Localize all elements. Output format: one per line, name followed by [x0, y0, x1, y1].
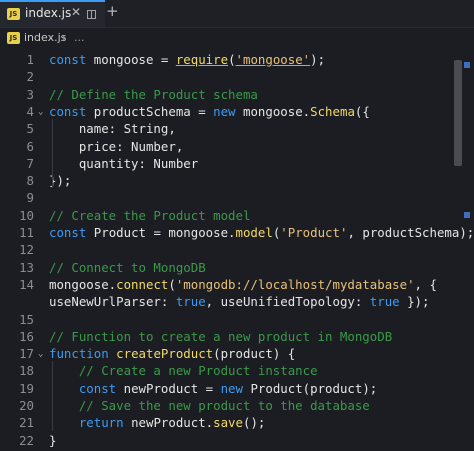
token-plain: Product = mongoose. [86, 225, 236, 240]
token-keyword: true [175, 294, 206, 310]
token-plain: ); [310, 52, 326, 67]
token-plain: quantity: Number [49, 155, 199, 171]
indent-guide [52, 119, 53, 189]
token-plain: Product(product); [242, 380, 378, 396]
token-string: 'mongoose' [235, 52, 311, 67]
split-editor-icon[interactable] [87, 10, 96, 19]
token-plain: ( [228, 52, 236, 67]
javascript-file-icon: JS [7, 32, 20, 44]
code-editor[interactable]: 1 const mongoose = require('mongoose'); 2 3… [0, 52, 474, 448]
tab-index-js[interactable]: JS index.js ✕ [0, 0, 105, 27]
token-plain: (product) { [213, 346, 296, 362]
token-function: model [235, 225, 273, 240]
token-plain: mongoose = [86, 52, 176, 67]
token-comment: // Save the new product to the database [49, 398, 370, 413]
token-function: createProduct [116, 346, 214, 362]
token-plain: } [49, 432, 57, 448]
token-plain: newProduct. [123, 415, 214, 431]
token-comment: // Function to create a new product in M… [49, 328, 393, 344]
token-plain: }); [399, 294, 430, 310]
breadcrumb-file[interactable]: index.js [24, 31, 66, 44]
token-plain: mongoose. [49, 276, 117, 292]
token-plain: ( [168, 276, 176, 292]
token-plain: , useUnifiedTopology: [205, 294, 370, 310]
token-keyword: const [49, 103, 87, 119]
token-comment: // Connect to MongoDB [49, 259, 206, 275]
javascript-file-icon: JS [7, 8, 20, 20]
overview-ruler-mark [464, 62, 470, 68]
token-keyword: true [369, 294, 400, 310]
token-plain: price: Number, [49, 138, 184, 154]
scrollbar-thumb[interactable] [454, 60, 462, 166]
token-plain: , productSchema); [347, 225, 474, 240]
token-function: Schema [310, 103, 355, 119]
token-keyword: new [213, 103, 236, 119]
indent-guide [52, 361, 53, 431]
token-plain: ({ [354, 103, 370, 119]
breadcrumb-more[interactable]: ... [74, 31, 85, 44]
token-comment: // Create a new Product instance [49, 363, 318, 379]
breadcrumb: JS index.js › ... [0, 28, 474, 48]
token-comment: // Create the Product model [49, 207, 251, 223]
new-tab-button[interactable]: + [106, 2, 119, 20]
token-string: 'Product' [280, 225, 348, 240]
token-keyword: new [220, 380, 243, 396]
token-plain: name: String, [49, 121, 176, 137]
token-function: connect [116, 276, 169, 292]
token-keyword: function [49, 346, 109, 362]
token-comment: // Define the Product schema [49, 86, 258, 102]
token-function: save [213, 415, 243, 431]
token-plain: , { [414, 276, 437, 292]
token-plain: newProduct = [116, 380, 221, 396]
tab-bar: JS index.js ✕ + [0, 0, 474, 28]
token-keyword: const [78, 380, 117, 396]
close-icon[interactable]: ✕ [71, 5, 81, 19]
token-plain: productSchema = [86, 103, 214, 119]
overview-ruler-mark [464, 212, 470, 218]
token-string: 'mongodb://localhost/mydatabase' [175, 276, 415, 292]
tab-label: index.js [25, 6, 72, 20]
token-plain: (); [242, 415, 266, 431]
token-plain: mongoose. [235, 103, 311, 119]
token-keyword: return [78, 415, 124, 431]
token-plain: useNewUrlParser: [49, 294, 176, 310]
token-keyword: const [49, 225, 87, 240]
token-function: require [175, 52, 229, 67]
token-keyword: const [49, 52, 87, 67]
breadcrumb-separator: › [62, 31, 67, 44]
